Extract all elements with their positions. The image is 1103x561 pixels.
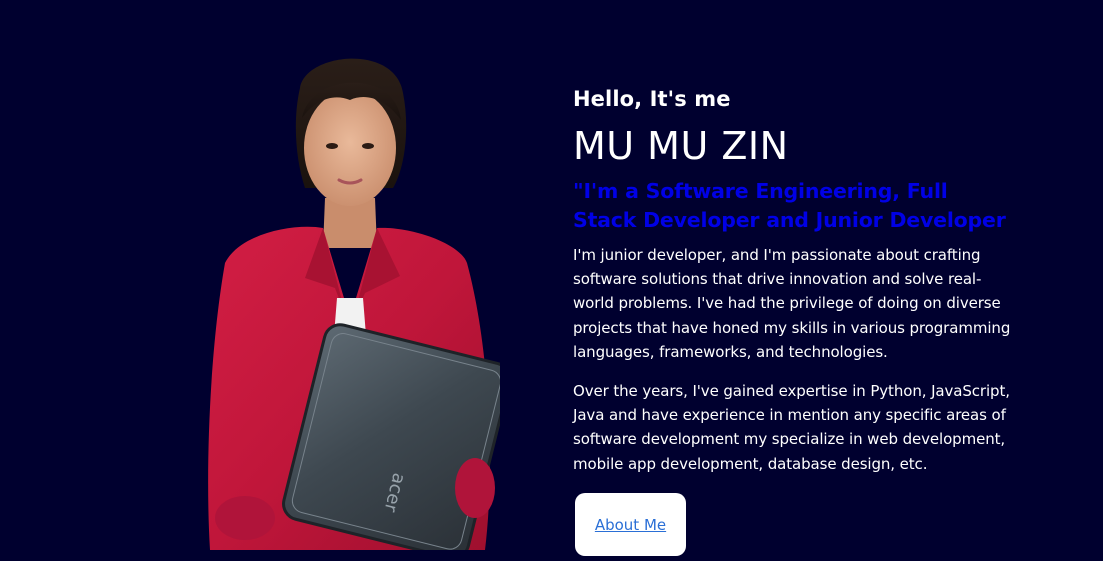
bio-paragraph-2: Over the years, I've gained expertise in… [573,382,1010,473]
greeting-heading: Hello, It's me [573,87,731,111]
profile-photo: acer [205,48,500,550]
hero-section: acer Hello, It's me MU MU ZIN "I'm a Sof… [0,0,1103,561]
name-heading: MU MU ZIN [573,124,789,168]
intro-text: Hello, It's me MU MU ZIN "I'm a Software… [573,84,1013,476]
about-me-link[interactable]: About Me [595,516,666,534]
about-me-button[interactable]: About Me [575,493,686,556]
tagline-heading: "I'm a Software Engineering, Full Stack … [573,179,1006,232]
bio-paragraph-1: I'm junior developer, and I'm passionate… [573,246,1011,361]
